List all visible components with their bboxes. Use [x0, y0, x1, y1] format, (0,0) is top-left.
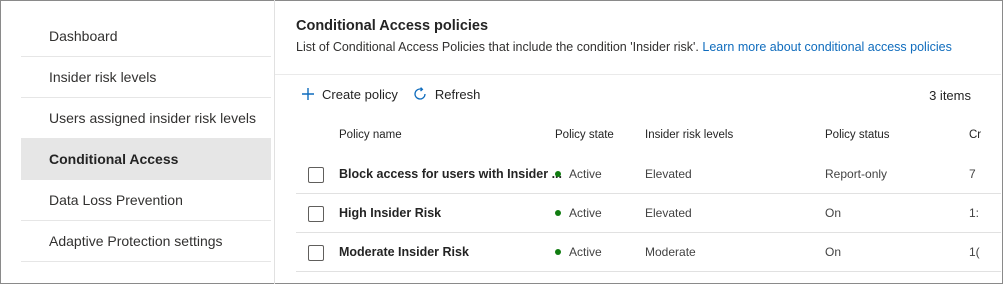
row-checkbox[interactable] — [308, 206, 324, 222]
refresh-button[interactable]: Refresh — [412, 86, 481, 102]
column-header-policy-state[interactable]: Policy state — [555, 129, 614, 141]
item-count: 3 items — [929, 88, 971, 103]
page-description: List of Conditional Access Policies that… — [296, 40, 952, 54]
truncated-cell: 1: — [969, 206, 980, 220]
page-title: Conditional Access policies — [296, 18, 489, 34]
description-text: List of Conditional Access Policies that… — [296, 40, 699, 54]
row-checkbox[interactable] — [308, 245, 324, 261]
sidebar-item-conditional-access[interactable]: Conditional Access — [21, 139, 271, 180]
policy-name[interactable]: High Insider Risk — [339, 206, 441, 220]
learn-more-link[interactable]: Learn more about conditional access poli… — [702, 40, 951, 54]
row-checkbox[interactable] — [308, 167, 324, 183]
insider-risk-level: Elevated — [645, 206, 692, 220]
policy-state: Active — [555, 206, 602, 220]
refresh-icon — [414, 87, 426, 100]
insider-risk-level: Elevated — [645, 167, 692, 181]
table-row[interactable]: Block access for users with Insider ... … — [296, 155, 1001, 194]
sidebar-nav: Dashboard Insider risk levels Users assi… — [21, 16, 271, 262]
policy-status: On — [825, 206, 842, 220]
command-bar: Create policy Refresh — [301, 86, 494, 102]
status-dot-icon — [555, 210, 561, 216]
table-row[interactable]: Moderate Insider Risk Active Moderate On… — [296, 233, 1001, 272]
status-dot-icon — [555, 249, 561, 255]
sidebar-item-adaptive-protection-settings[interactable]: Adaptive Protection settings — [21, 221, 271, 262]
policy-state: Active — [555, 167, 602, 181]
header-divider — [275, 74, 1001, 75]
create-policy-button[interactable]: Create policy — [301, 87, 398, 102]
create-policy-label: Create policy — [322, 86, 398, 102]
status-dot-icon — [555, 171, 561, 177]
policy-state-text: Active — [569, 206, 602, 220]
sidebar-item-insider-risk-levels[interactable]: Insider risk levels — [21, 57, 271, 98]
sidebar-item-users-assigned[interactable]: Users assigned insider risk levels — [21, 98, 271, 139]
policy-name[interactable]: Block access for users with Insider ... — [339, 167, 562, 181]
column-header-policy-name[interactable]: Policy name — [339, 129, 402, 141]
policy-state-text: Active — [569, 245, 602, 259]
truncated-cell: 1( — [969, 245, 980, 259]
policy-name[interactable]: Moderate Insider Risk — [339, 245, 469, 259]
main-pane: Conditional Access policies List of Cond… — [275, 0, 1001, 282]
policy-state-text: Active — [569, 167, 602, 181]
policy-state: Active — [555, 245, 602, 259]
policy-status: Report-only — [825, 167, 888, 181]
column-header-insider-risk-levels[interactable]: Insider risk levels — [645, 129, 733, 141]
sidebar-item-data-loss-prevention[interactable]: Data Loss Prevention — [21, 180, 271, 221]
sidebar-item-dashboard[interactable]: Dashboard — [21, 16, 271, 57]
truncated-cell: 7 — [969, 167, 976, 181]
policy-status: On — [825, 245, 842, 259]
refresh-label: Refresh — [434, 86, 481, 102]
table-row[interactable]: High Insider Risk Active Elevated On 1: — [296, 194, 1001, 233]
column-header-policy-status[interactable]: Policy status — [825, 129, 890, 141]
insider-risk-level: Moderate — [645, 245, 696, 259]
add-icon — [302, 88, 314, 100]
column-header-truncated[interactable]: Cr — [969, 129, 981, 141]
